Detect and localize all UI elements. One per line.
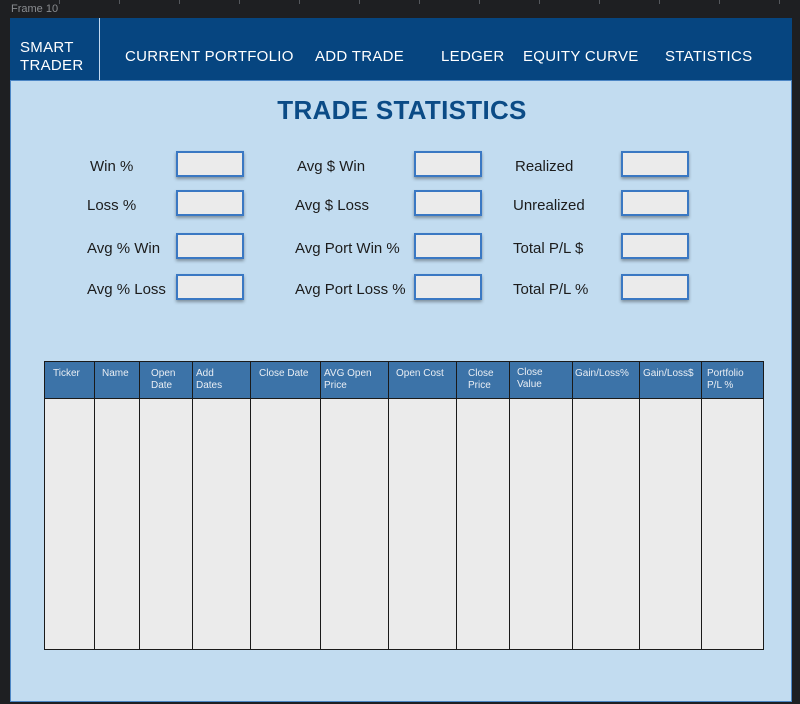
column-divider	[139, 362, 140, 649]
column-divider	[456, 362, 457, 649]
stat-field-total-pl-dollar[interactable]	[621, 233, 689, 259]
stat-label-realized: Realized	[515, 158, 574, 175]
column-divider	[509, 362, 510, 649]
brand-line-1: SMART	[20, 39, 74, 56]
ruler	[0, 0, 800, 4]
nav-add-trade[interactable]: ADD TRADE	[315, 18, 404, 80]
nav-current-portfolio[interactable]: CURRENT PORTFOLIO	[125, 18, 294, 80]
stat-field-avg-dollar-win[interactable]	[414, 151, 482, 177]
stat-field-realized[interactable]	[621, 151, 689, 177]
column-divider	[572, 362, 573, 649]
col-header-gain-loss-pct[interactable]: Gain/Loss%	[572, 362, 639, 398]
col-header-close-price[interactable]: Close Price	[456, 362, 509, 398]
stat-label-avg-port-win-pct: Avg Port Win %	[295, 240, 400, 257]
column-divider	[94, 362, 95, 649]
nav-statistics[interactable]: STATISTICS	[665, 18, 752, 80]
header-text: Add	[196, 368, 214, 379]
stat-field-avg-dollar-loss[interactable]	[414, 190, 482, 216]
col-header-open-date[interactable]: Open Date	[139, 362, 192, 398]
stat-label-avg-port-loss-pct: Avg Port Loss %	[295, 281, 406, 298]
stat-field-avg-port-loss-pct[interactable]	[414, 274, 482, 300]
header-text: Close	[517, 367, 543, 378]
header-text: Dates	[196, 380, 223, 391]
col-header-close-date[interactable]: Close Date	[250, 362, 320, 398]
column-divider	[701, 362, 702, 649]
header-text: Date	[151, 380, 173, 391]
header-text: Name	[102, 368, 129, 379]
header-text: Price	[324, 380, 347, 391]
stat-label-total-pl-pct: Total P/L %	[513, 281, 589, 298]
col-header-portfolio-pl-pct[interactable]: Portfolio P/L %	[701, 362, 763, 398]
brand-logo[interactable]: SMART TRADER	[10, 18, 100, 80]
stat-field-avg-pct-loss[interactable]	[176, 274, 244, 300]
stat-label-avg-pct-loss: Avg % Loss	[87, 281, 166, 298]
header-text: Open Cost	[396, 368, 444, 379]
header-text: Gain/Loss$	[643, 368, 694, 379]
column-divider	[250, 362, 251, 649]
col-header-avg-open-price[interactable]: AVG Open Price	[320, 362, 388, 398]
column-divider	[192, 362, 193, 649]
col-header-ticker[interactable]: Ticker	[45, 362, 94, 398]
header-text: Value	[517, 379, 542, 390]
col-header-name[interactable]: Name	[94, 362, 139, 398]
col-header-open-cost[interactable]: Open Cost	[388, 362, 456, 398]
column-divider	[388, 362, 389, 649]
header-text: Open	[151, 368, 176, 379]
stat-label-unrealized: Unrealized	[513, 197, 585, 214]
header-text: P/L %	[707, 380, 734, 391]
col-header-gain-loss-dollar[interactable]: Gain/Loss$	[639, 362, 701, 398]
brand-line-2: TRADER	[20, 57, 84, 74]
header-text: Price	[468, 380, 491, 391]
header-text: AVG Open	[324, 368, 372, 379]
stat-field-total-pl-pct[interactable]	[621, 274, 689, 300]
col-header-close-value[interactable]: Close Value	[509, 362, 572, 398]
main-content: TRADE STATISTICS Win % Loss % Avg % Win …	[10, 80, 792, 702]
stat-field-win-pct[interactable]	[176, 151, 244, 177]
nav-equity-curve[interactable]: EQUITY CURVE	[523, 18, 639, 80]
header-text: Ticker	[53, 368, 80, 379]
frame-label: Frame 10	[11, 3, 59, 15]
column-divider	[320, 362, 321, 649]
stat-field-avg-port-win-pct[interactable]	[414, 233, 482, 259]
page-title: TRADE STATISTICS	[277, 95, 527, 125]
header-text: Close	[468, 368, 494, 379]
table-header: Ticker Name Open Date Add Dates Close Da…	[45, 362, 763, 399]
top-navbar: SMART TRADER CURRENT PORTFOLIO ADD TRADE…	[10, 18, 792, 81]
stat-label-total-pl-dollar: Total P/L $	[513, 240, 584, 257]
stat-label-avg-pct-win: Avg % Win	[87, 240, 161, 257]
stat-field-unrealized[interactable]	[621, 190, 689, 216]
stat-field-loss-pct[interactable]	[176, 190, 244, 216]
header-text: Gain/Loss%	[575, 368, 629, 379]
stat-label-loss-pct: Loss %	[87, 197, 137, 214]
trades-table: Ticker Name Open Date Add Dates Close Da…	[44, 361, 764, 650]
header-text: Close Date	[259, 368, 309, 379]
stat-label-win-pct: Win %	[90, 158, 134, 175]
column-divider	[639, 362, 640, 649]
header-text: Portfolio	[707, 368, 744, 379]
col-header-add-dates[interactable]: Add Dates	[192, 362, 250, 398]
nav-ledger[interactable]: LEDGER	[441, 18, 505, 80]
stat-field-avg-pct-win[interactable]	[176, 233, 244, 259]
stat-label-avg-dollar-loss: Avg $ Loss	[295, 197, 369, 214]
stat-label-avg-dollar-win: Avg $ Win	[297, 158, 366, 175]
